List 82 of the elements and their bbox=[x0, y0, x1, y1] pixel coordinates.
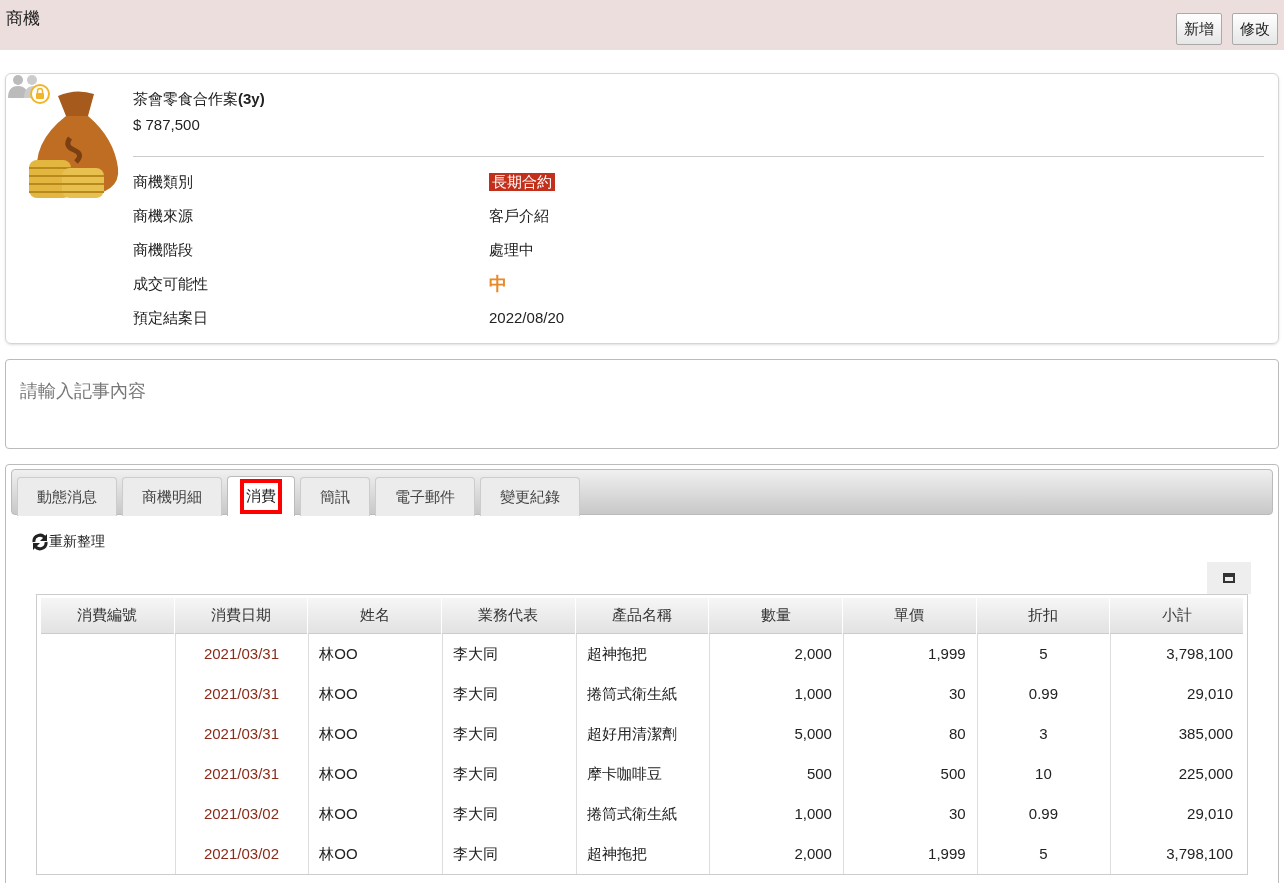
table-cell: 1,999 bbox=[928, 644, 966, 662]
tab[interactable]: 動態消息 bbox=[17, 477, 117, 516]
table-cell: 林OO bbox=[319, 644, 358, 662]
table-cell: 29,010 bbox=[1187, 684, 1233, 702]
table-cell: 0.99 bbox=[1028, 804, 1058, 822]
table-cell: 摩卡咖啡豆 bbox=[586, 764, 662, 782]
probability-level: 中 bbox=[489, 272, 507, 296]
maximize-button[interactable] bbox=[1207, 562, 1251, 594]
table-cell: 林OO bbox=[319, 844, 358, 862]
column-header[interactable]: 業務代表 bbox=[441, 598, 575, 634]
refresh-icon[interactable] bbox=[31, 532, 49, 551]
date-link[interactable]: 2021/03/31 bbox=[203, 764, 279, 782]
column-header[interactable]: 產品名稱 bbox=[575, 598, 709, 634]
column-header[interactable]: 消費日期 bbox=[174, 598, 308, 634]
table-cell: 80 bbox=[948, 724, 966, 742]
column-header[interactable]: 消費編號 bbox=[41, 598, 174, 634]
table-cell: 超神拖把 bbox=[586, 644, 647, 662]
table-cell: 5 bbox=[1039, 644, 1048, 662]
column-header[interactable]: 小計 bbox=[1110, 598, 1243, 634]
tab[interactable]: 電子郵件 bbox=[375, 477, 475, 516]
tab[interactable]: 消費 bbox=[227, 476, 295, 516]
table-cell: 225,000 bbox=[1178, 764, 1233, 782]
table-cell: 3 bbox=[1039, 724, 1048, 742]
table-cell: 1,000 bbox=[794, 804, 832, 822]
table-cell: 2,000 bbox=[794, 844, 832, 862]
table-cell: 5 bbox=[1039, 844, 1048, 862]
table-cell: 500 bbox=[806, 764, 832, 782]
column-header[interactable]: 折扣 bbox=[976, 598, 1110, 634]
table-cell: 3,798,100 bbox=[1166, 844, 1233, 862]
page-title: 商機 bbox=[6, 8, 40, 30]
table-cell: 捲筒式衛生紙 bbox=[586, 804, 677, 822]
field-value: 處理中 bbox=[489, 239, 534, 260]
table-cell: 10 bbox=[1035, 764, 1052, 782]
date-link[interactable]: 2021/03/31 bbox=[203, 644, 279, 662]
tab[interactable]: 商機明細 bbox=[122, 477, 222, 516]
table-cell: 0.99 bbox=[1028, 684, 1058, 702]
date-link[interactable]: 2021/03/02 bbox=[203, 844, 279, 862]
date-link[interactable]: 2021/03/31 bbox=[203, 684, 279, 702]
table-cell: 5,000 bbox=[794, 724, 832, 742]
table-cell: 林OO bbox=[319, 684, 358, 702]
table-cell: 李大同 bbox=[452, 644, 498, 662]
table-cell: 捲筒式衛生紙 bbox=[586, 684, 677, 702]
table-cell: 30 bbox=[948, 684, 966, 702]
table-cell: 超好用清潔劑 bbox=[586, 724, 677, 742]
table-cell: 李大同 bbox=[452, 684, 498, 702]
table-cell: 林OO bbox=[319, 764, 358, 782]
date-link[interactable]: 2021/03/02 bbox=[203, 804, 279, 822]
category-tag: 長期合約 bbox=[489, 173, 555, 191]
table-cell: 李大同 bbox=[452, 844, 498, 862]
table-cell: 林OO bbox=[319, 724, 358, 742]
table-cell: 1,000 bbox=[794, 684, 832, 702]
header-button[interactable]: 新增 bbox=[1176, 13, 1222, 45]
tab[interactable]: 簡訊 bbox=[300, 477, 370, 516]
date-link[interactable]: 2021/03/31 bbox=[203, 724, 279, 742]
table-cell: 林OO bbox=[319, 804, 358, 822]
header-button[interactable]: 修改 bbox=[1232, 13, 1278, 45]
field-label: 商機類別 bbox=[133, 171, 194, 192]
field-label: 商機階段 bbox=[133, 239, 194, 260]
note-field[interactable]: 請輸入記事內容 bbox=[5, 359, 1279, 449]
table-cell: 1,999 bbox=[928, 844, 966, 862]
field-value: 客戶介紹 bbox=[489, 205, 549, 226]
table-cell: 2,000 bbox=[794, 644, 832, 662]
field-label: 商機來源 bbox=[133, 205, 194, 226]
table-cell: 李大同 bbox=[452, 724, 498, 742]
field-label: 預定結案日 bbox=[133, 307, 209, 328]
opportunity-name: 茶會零食合作案(3y) bbox=[133, 89, 266, 109]
table-cell: 385,000 bbox=[1178, 724, 1233, 742]
table-cell: 超神拖把 bbox=[586, 844, 647, 862]
field-value: 2022/08/20 bbox=[489, 307, 565, 328]
table-cell: 李大同 bbox=[452, 804, 498, 822]
table-cell: 29,010 bbox=[1187, 804, 1233, 822]
table-cell: 李大同 bbox=[452, 764, 498, 782]
column-header[interactable]: 數量 bbox=[709, 598, 842, 634]
table-cell: 30 bbox=[948, 804, 966, 822]
table-cell: 500 bbox=[940, 764, 966, 782]
column-header[interactable]: 單價 bbox=[842, 598, 976, 634]
opportunity-amount: $ 787,500 bbox=[133, 114, 201, 135]
field-label: 成交可能性 bbox=[133, 273, 209, 294]
tab[interactable]: 變更紀錄 bbox=[480, 477, 580, 516]
table-cell: 3,798,100 bbox=[1166, 644, 1233, 662]
refresh-link[interactable]: 重新整理 bbox=[49, 531, 105, 552]
column-header[interactable]: 姓名 bbox=[308, 598, 441, 634]
